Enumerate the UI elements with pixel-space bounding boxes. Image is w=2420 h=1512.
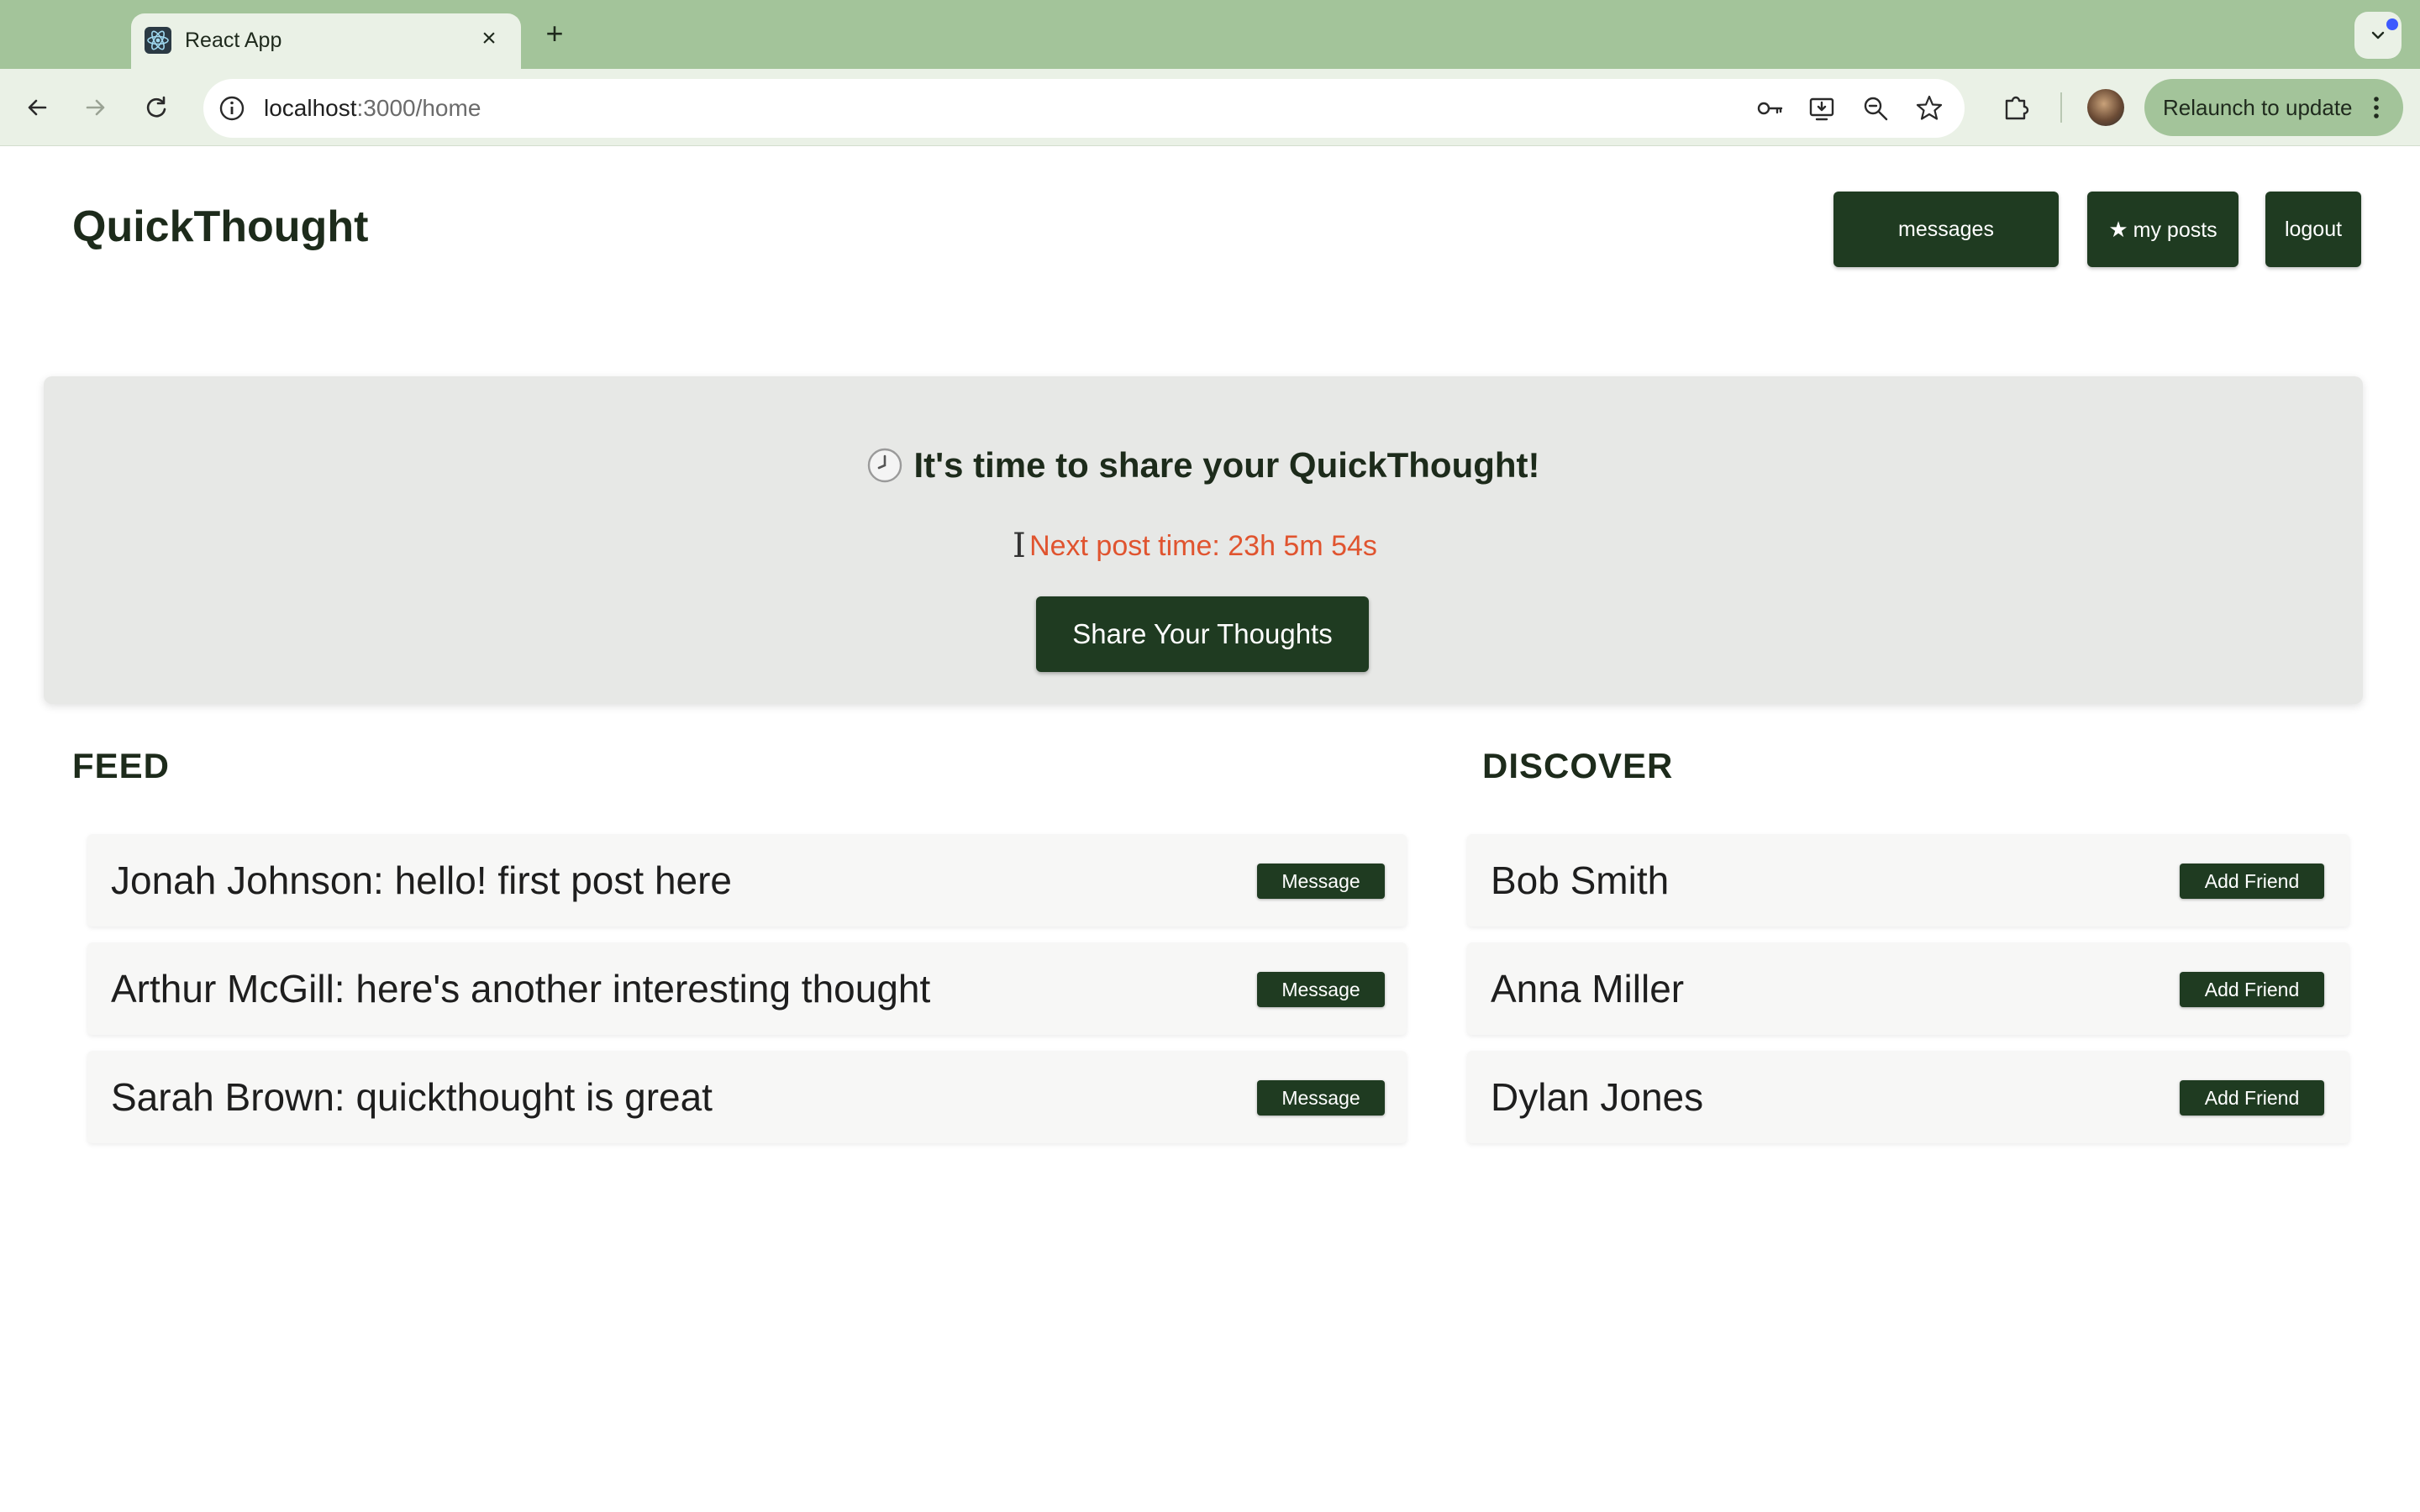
app-header: QuickThought messages ★ my posts logout: [0, 146, 2420, 314]
app-title: QuickThought: [72, 202, 369, 251]
relaunch-button[interactable]: Relaunch to update: [2144, 79, 2403, 136]
message-button[interactable]: Message: [1257, 1080, 1385, 1116]
add-friend-button[interactable]: Add Friend: [2180, 972, 2324, 1007]
profile-avatar[interactable]: [2087, 89, 2124, 126]
new-tab-icon[interactable]: +: [538, 17, 571, 50]
my-posts-label: my posts: [2133, 218, 2217, 242]
my-posts-button[interactable]: ★ my posts: [2087, 192, 2238, 267]
arrow-right-icon: [86, 99, 105, 116]
browser-tab[interactable]: React App ×: [131, 13, 521, 69]
banner-title: It's time to share your QuickThought!: [44, 442, 2363, 489]
toolbar-divider: [2060, 92, 2062, 123]
zoom-icon[interactable]: [1860, 93, 1891, 123]
install-app-icon[interactable]: [1807, 93, 1837, 123]
discover-item: Dylan Jones Add Friend: [1467, 1051, 2349, 1143]
react-favicon-icon: [145, 27, 171, 54]
extensions-button[interactable]: [1998, 89, 2035, 126]
password-key-icon[interactable]: [1754, 93, 1785, 123]
forward-button[interactable]: [77, 89, 114, 126]
next-post-timer: Next post time: 23h 5m 54s: [1029, 530, 1377, 562]
back-button[interactable]: [18, 89, 55, 126]
url-host: localhost: [264, 95, 357, 121]
discover-user-name: Anna Miller: [1491, 967, 1685, 1011]
share-thoughts-button[interactable]: Share Your Thoughts: [1036, 596, 1369, 672]
discover-user-name: Dylan Jones: [1491, 1075, 1704, 1119]
text-cursor-icon: I: [1013, 527, 1026, 565]
bookmark-star-icon[interactable]: [1914, 93, 1944, 123]
feed-item: Arthur McGill: here's another interestin…: [87, 942, 1407, 1035]
puzzle-icon: [2005, 96, 2029, 120]
feed-item: Jonah Johnson: hello! first post here Me…: [87, 834, 1407, 927]
reload-button[interactable]: [138, 89, 175, 126]
discover-item: Anna Miller Add Friend: [1467, 942, 2349, 1035]
url-path: :3000/home: [356, 95, 481, 121]
feed-item-text: Arthur McGill: here's another interestin…: [111, 967, 931, 1011]
arrow-left-icon: [28, 99, 47, 116]
discover-item: Bob Smith Add Friend: [1467, 834, 2349, 927]
notification-dot: [2386, 18, 2398, 30]
address-bar[interactable]: localhost:3000/home: [203, 79, 1965, 138]
feed-item-text: Sarah Brown: quickthought is great: [111, 1075, 713, 1119]
reload-icon: [146, 96, 166, 118]
clock-icon: [868, 448, 902, 483]
browser-toolbar: localhost:3000/home Relaunch to update: [0, 69, 2420, 146]
post-prompt-banner: It's time to share your QuickThought! Ne…: [44, 376, 2363, 704]
banner-title-text: It's time to share your QuickThought!: [913, 445, 1540, 485]
logout-button[interactable]: logout: [2265, 192, 2361, 267]
relaunch-label: Relaunch to update: [2163, 95, 2353, 120]
message-button[interactable]: Message: [1257, 864, 1385, 899]
chevron-down-icon: [2371, 31, 2385, 39]
message-button[interactable]: Message: [1257, 972, 1385, 1007]
messages-button[interactable]: messages: [1833, 192, 2059, 267]
url-text: localhost:3000/home: [264, 92, 481, 125]
close-tab-icon[interactable]: ×: [472, 22, 506, 55]
add-friend-button[interactable]: Add Friend: [2180, 864, 2324, 899]
star-icon: ★: [2108, 217, 2128, 242]
browser-tab-bar: React App × +: [0, 0, 2420, 69]
discover-heading: DISCOVER: [1482, 746, 1674, 785]
site-info-icon[interactable]: [217, 93, 247, 123]
feed-item-text: Jonah Johnson: hello! first post here: [111, 858, 733, 902]
discover-user-name: Bob Smith: [1491, 858, 1670, 902]
feed-item: Sarah Brown: quickthought is great Messa…: [87, 1051, 1407, 1143]
add-friend-button[interactable]: Add Friend: [2180, 1080, 2324, 1116]
feed-heading: FEED: [72, 746, 171, 785]
tab-search-button[interactable]: [2354, 12, 2402, 59]
more-vertical-icon: [2374, 97, 2379, 118]
tab-title: React App: [185, 29, 282, 52]
